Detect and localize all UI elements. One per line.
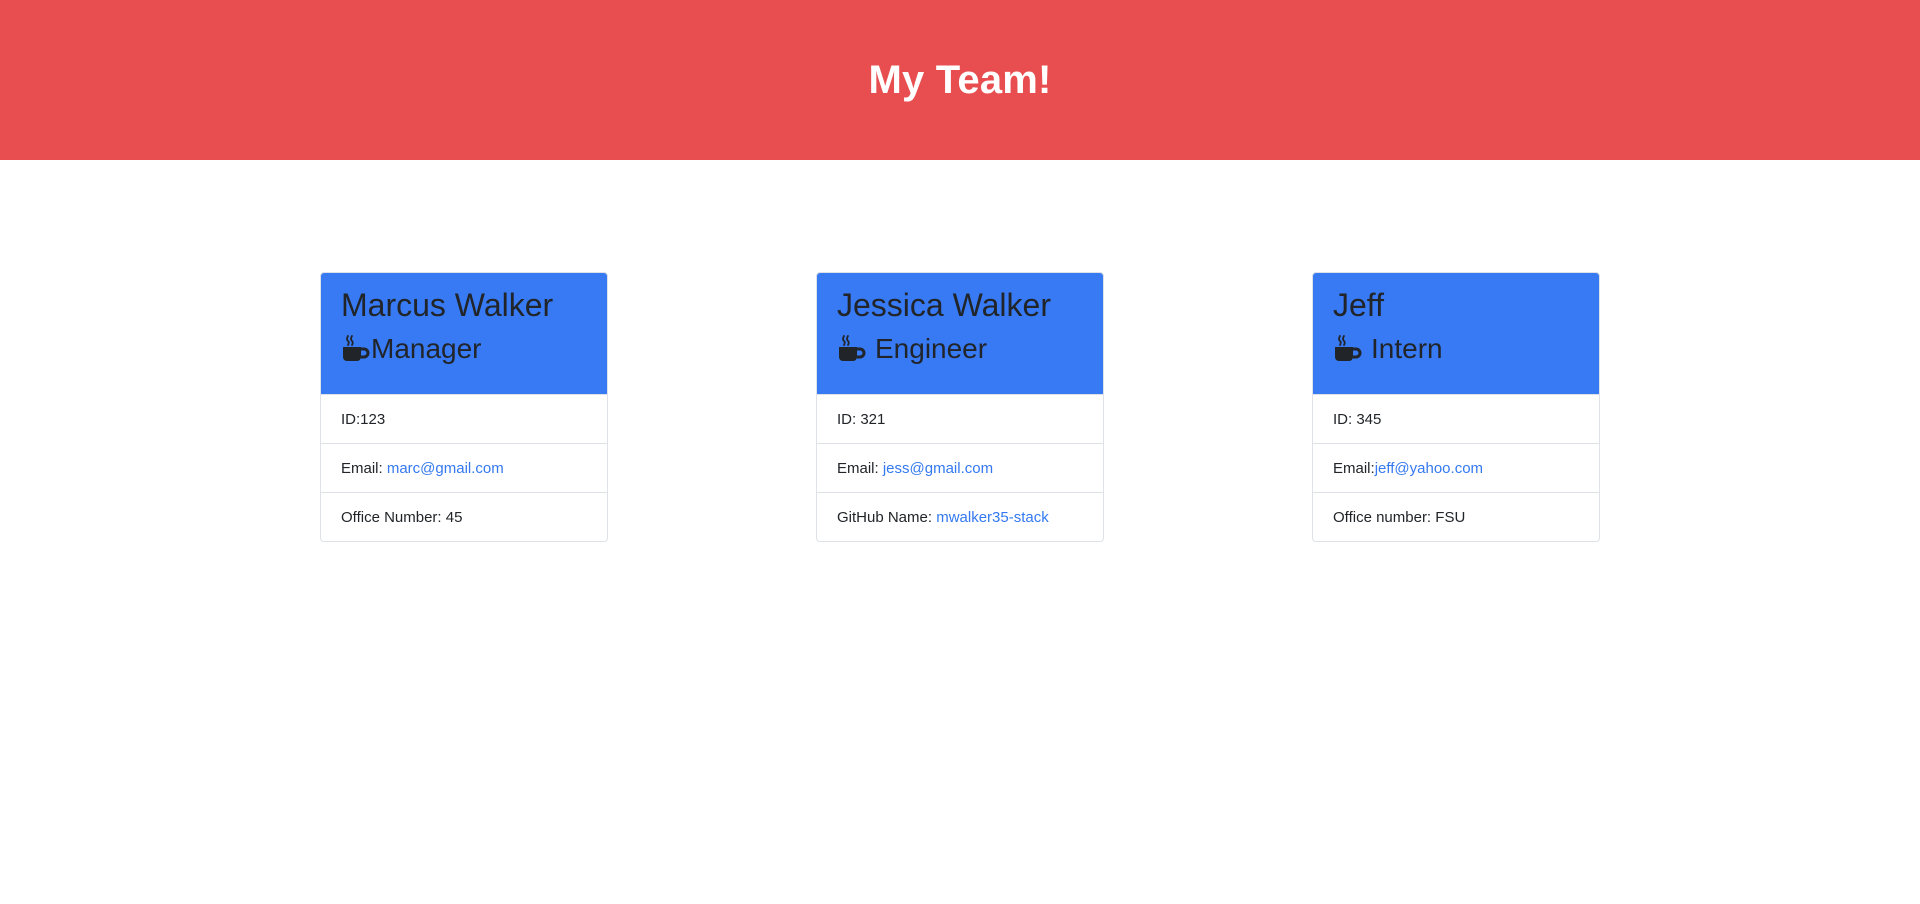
employee-role: Manager — [341, 331, 587, 367]
card-header: Jeff Intern — [1313, 273, 1599, 394]
page-header: My Team! — [0, 0, 1920, 160]
school-value: FSU — [1435, 508, 1466, 526]
card-header: Jessica Walker Engineer — [817, 273, 1103, 394]
email-link[interactable]: jeff@yahoo.com — [1375, 460, 1483, 477]
id-label: ID: — [1333, 410, 1357, 428]
employee-name: Jessica Walker — [837, 287, 1051, 323]
employee-name: Jeff — [1333, 287, 1384, 323]
coffee-mug-icon — [1335, 335, 1362, 361]
id-value: 123 — [360, 410, 386, 428]
role-label: Engineer — [875, 333, 988, 364]
employee-office-row: Office Number: 45 — [321, 492, 607, 541]
employee-card-intern: Jeff Intern ID: 345 Email: jeff@yahoo.com… — [1312, 272, 1600, 542]
employee-role: Engineer — [837, 331, 1083, 367]
coffee-mug-icon — [839, 335, 866, 361]
employee-email-row: Email: marc@gmail.com — [321, 443, 607, 492]
card-header: Marcus Walker Manager — [321, 273, 607, 394]
employee-email-row: Email: jess@gmail.com — [817, 443, 1103, 492]
email-link[interactable]: marc@gmail.com — [387, 460, 504, 477]
page-title: My Team! — [868, 57, 1052, 102]
employee-email-row: Email: jeff@yahoo.com — [1313, 443, 1599, 492]
office-label: Office Number: — [341, 508, 446, 526]
email-link[interactable]: jess@gmail.com — [883, 460, 993, 477]
employee-github-row: GitHub Name: mwalker35-stack — [817, 492, 1103, 541]
employee-id-row: ID: 345 — [1313, 394, 1599, 443]
employee-school-row: Office number: FSU — [1313, 492, 1599, 541]
employee-card-engineer: Jessica Walker Engineer ID: 321 Email: j… — [816, 272, 1104, 542]
email-label: Email: — [1333, 459, 1375, 477]
employee-role: Intern — [1333, 331, 1579, 367]
employee-name: Marcus Walker — [341, 287, 554, 323]
role-label: Manager — [371, 333, 482, 364]
id-label: ID: — [341, 410, 361, 428]
github-link[interactable]: mwalker35-stack — [936, 509, 1049, 526]
github-label: GitHub Name: — [837, 508, 937, 526]
id-value: 321 — [860, 410, 886, 428]
employee-card-manager: Marcus Walker Manager ID: 123 Email: mar… — [320, 272, 608, 542]
employee-id-row: ID: 321 — [817, 394, 1103, 443]
school-label: Office number: — [1333, 508, 1436, 526]
office-value: 45 — [445, 508, 463, 526]
id-value: 345 — [1356, 410, 1382, 428]
role-label: Intern — [1371, 333, 1443, 364]
coffee-mug-icon — [343, 335, 370, 361]
id-label: ID: — [837, 410, 861, 428]
email-label: Email: — [341, 459, 387, 477]
email-label: Email: — [837, 459, 883, 477]
employee-id-row: ID: 123 — [321, 394, 607, 443]
